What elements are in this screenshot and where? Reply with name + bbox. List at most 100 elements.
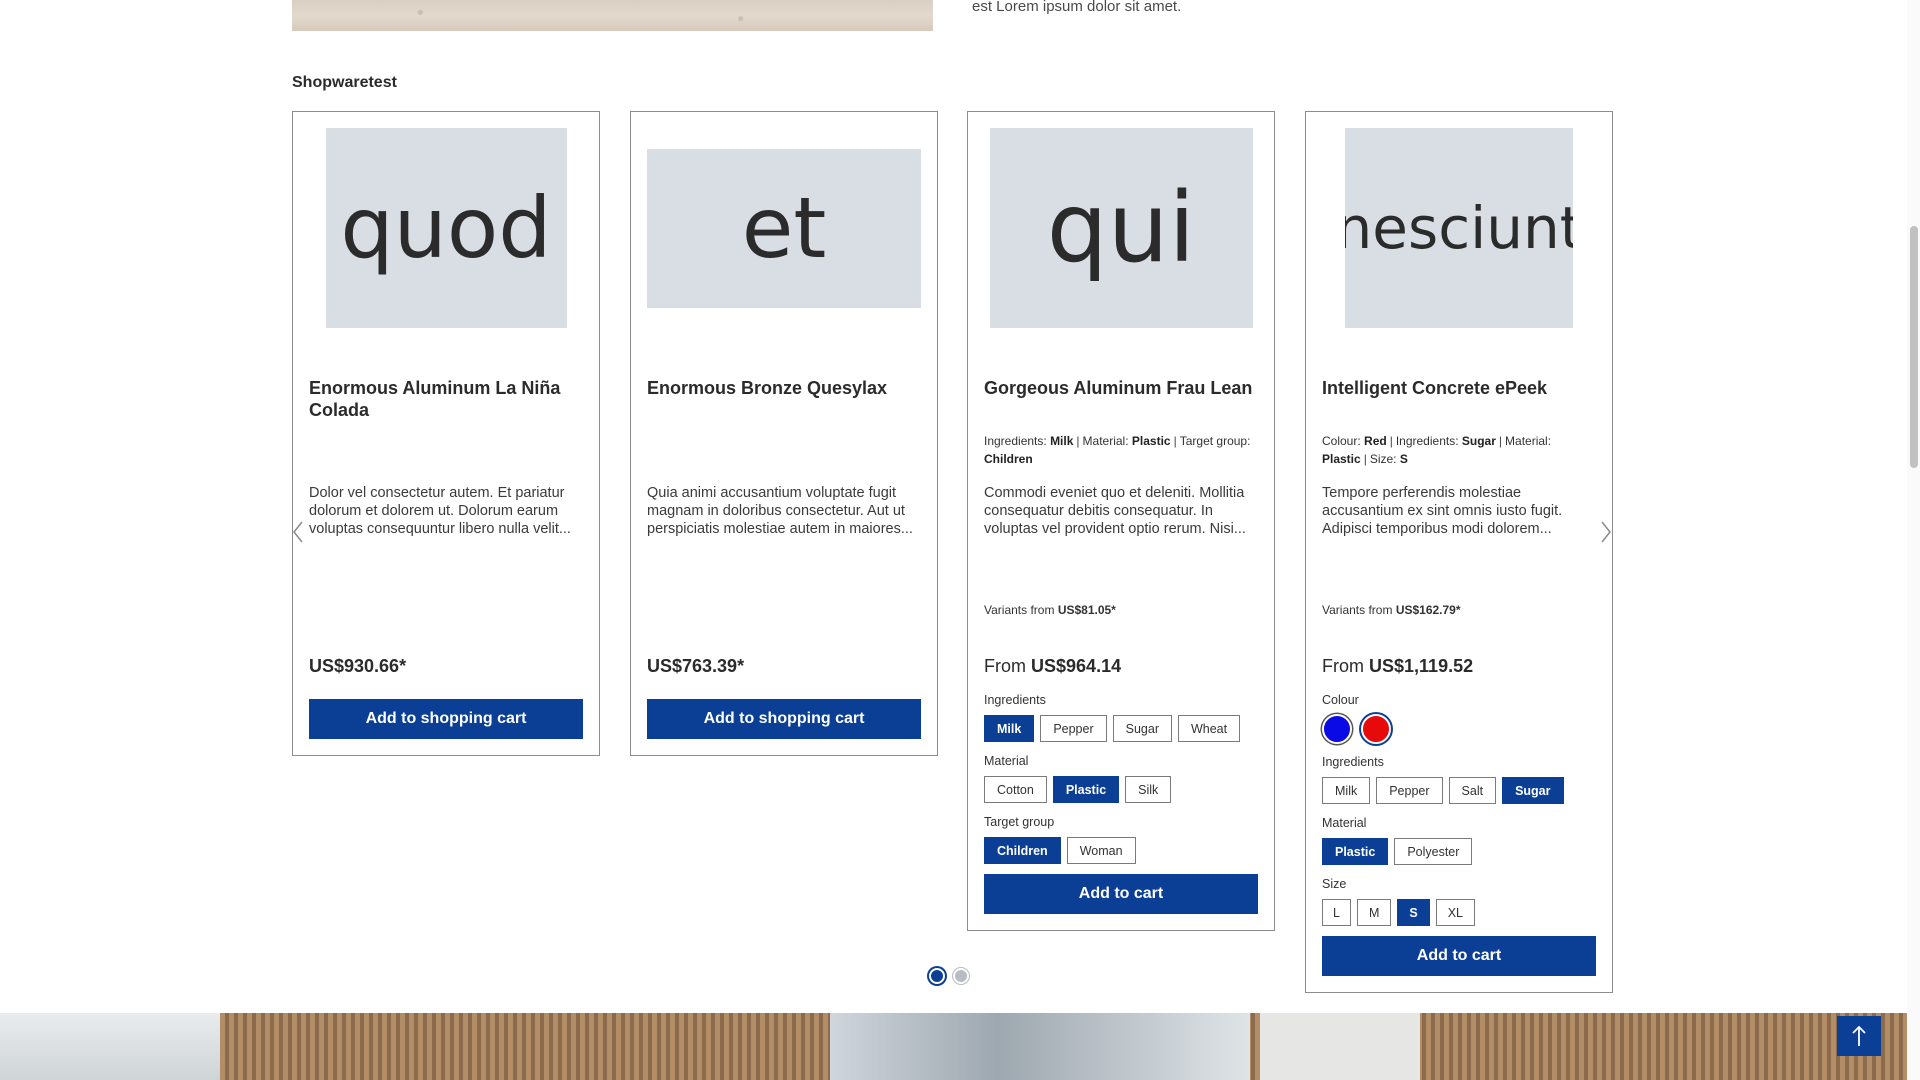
- option-sugar[interactable]: Sugar: [1502, 777, 1564, 804]
- product-description: Commodi eveniet quo et deleniti. Molliti…: [984, 485, 1246, 537]
- option-label-target-group: Target group: [984, 815, 1055, 829]
- option-label-ingredients: Ingredients: [984, 693, 1046, 707]
- option-group-ingredients: Milk Pepper Salt Sugar: [1322, 777, 1564, 804]
- option-size-m[interactable]: M: [1356, 899, 1392, 926]
- carousel-next-button[interactable]: [1598, 520, 1614, 544]
- product-image-link[interactable]: quod: [293, 128, 599, 328]
- add-to-cart-button[interactable]: Add to cart: [984, 874, 1258, 914]
- prop-label: Colour:: [1322, 434, 1361, 448]
- variants-label: Variants from: [1322, 603, 1393, 617]
- scroll-to-top-button[interactable]: [1837, 1016, 1881, 1056]
- price-value: US$964.14: [1031, 656, 1122, 676]
- carousel-prev-button[interactable]: [290, 520, 306, 544]
- product-card: qui Gorgeous Aluminum Frau Lean Ingredie…: [967, 111, 1275, 931]
- prop-value: S: [1399, 452, 1408, 466]
- product-image: et: [647, 148, 921, 308]
- product-properties: Ingredients: Milk | Material: Plastic | Targ…: [984, 434, 1251, 466]
- product-name[interactable]: Intelligent Concrete ePeek: [1322, 377, 1596, 399]
- option-cotton[interactable]: Cotton: [984, 776, 1047, 803]
- arrow-up-icon: [1852, 1025, 1866, 1046]
- chevron-left-icon: [293, 521, 303, 543]
- option-woman[interactable]: Woman: [1066, 837, 1136, 864]
- product-card: et Enormous Bronze Quesylax Quia animi a…: [630, 111, 938, 756]
- product-description: Quia animi accusantium voluptate fugit m…: [647, 485, 913, 537]
- product-image-link[interactable]: qui: [968, 128, 1274, 328]
- product-price: From US$1,119.52: [1322, 656, 1473, 677]
- option-label-material: Material: [1322, 816, 1367, 830]
- option-group-material: Plastic Polyester: [1322, 838, 1473, 865]
- option-wheat[interactable]: Wheat: [1177, 715, 1241, 742]
- carousel-dots: [929, 968, 969, 984]
- scrollbar-thumb[interactable]: [1910, 226, 1918, 468]
- price-value: US$1,119.52: [1369, 656, 1474, 676]
- product-name[interactable]: Enormous Aluminum La Niña Colada: [309, 377, 583, 421]
- option-silk[interactable]: Silk: [1125, 776, 1172, 803]
- prop-label: Ingredients:: [1395, 434, 1459, 448]
- product-card: nesciunt Intelligent Concrete ePeek Colo…: [1305, 111, 1613, 993]
- product-description: Dolor vel consectetur autem. Et pariatur…: [309, 485, 571, 537]
- product-name[interactable]: Enormous Bronze Quesylax: [647, 377, 921, 399]
- colour-swatch-red[interactable]: [1361, 714, 1391, 744]
- prop-value: Plastic: [1131, 434, 1171, 448]
- option-size-s[interactable]: S: [1397, 899, 1430, 926]
- product-image-link[interactable]: et: [631, 128, 937, 328]
- option-milk[interactable]: Milk: [1322, 777, 1371, 804]
- variants-price: US$162.79*: [1395, 603, 1461, 617]
- top-text: est Lorem ipsum dolor sit amet.: [972, 0, 1182, 15]
- product-image: qui: [989, 128, 1253, 328]
- product-description: Tempore perferendis molestiae accusantiu…: [1322, 485, 1563, 537]
- option-polyester[interactable]: Polyester: [1394, 838, 1473, 865]
- page-scrollbar[interactable]: [1907, 0, 1920, 1080]
- colour-swatch-blue[interactable]: [1322, 714, 1352, 744]
- product-name[interactable]: Gorgeous Aluminum Frau Lean: [984, 377, 1258, 399]
- chevron-right-icon: [1601, 521, 1611, 543]
- prop-value: Sugar: [1461, 434, 1496, 448]
- option-plastic[interactable]: Plastic: [1052, 776, 1120, 803]
- product-card: quod Enormous Aluminum La Niña Colada Do…: [292, 111, 600, 756]
- option-size-l[interactable]: L: [1322, 899, 1351, 926]
- option-label-ingredients: Ingredients: [1322, 755, 1384, 769]
- option-group-size: L M S XL: [1322, 899, 1476, 926]
- building-window: [830, 1013, 1250, 1080]
- option-pepper[interactable]: Pepper: [1376, 777, 1443, 804]
- prop-label: Material:: [1082, 434, 1129, 448]
- section-title: Shopwaretest: [292, 74, 397, 91]
- hero-sand-image: [292, 0, 933, 31]
- prop-label: Size:: [1369, 452, 1397, 466]
- prop-value: Milk: [1050, 434, 1074, 448]
- option-group-target-group: Children Woman: [984, 837, 1136, 864]
- product-image-link[interactable]: nesciunt: [1306, 128, 1612, 328]
- building-wall: [1260, 1013, 1420, 1080]
- product-image-text: qui: [1046, 172, 1196, 284]
- building-image: [0, 1013, 1907, 1080]
- prop-label: Ingredients:: [984, 434, 1047, 448]
- product-properties: Colour: Red | Ingredients: Sugar | Material:…: [1322, 434, 1552, 466]
- carousel-dot-1[interactable]: [929, 968, 945, 984]
- add-to-cart-button[interactable]: Add to shopping cart: [309, 699, 583, 739]
- option-salt[interactable]: Salt: [1448, 777, 1497, 804]
- option-plastic[interactable]: Plastic: [1322, 838, 1389, 865]
- option-group-ingredients: Milk Pepper Sugar Wheat: [984, 715, 1241, 742]
- building-sky: [0, 1013, 220, 1080]
- product-price: US$930.66*: [309, 656, 407, 676]
- add-to-cart-button[interactable]: Add to shopping cart: [647, 699, 921, 739]
- option-children[interactable]: Children: [984, 837, 1061, 864]
- option-group-material: Cotton Plastic Silk: [984, 776, 1172, 803]
- price-from: From: [1322, 656, 1364, 676]
- option-milk[interactable]: Milk: [984, 715, 1035, 742]
- product-image: nesciunt: [1345, 128, 1573, 328]
- option-pepper[interactable]: Pepper: [1040, 715, 1107, 742]
- prop-value: Children: [984, 452, 1033, 466]
- prop-value: Plastic: [1322, 452, 1361, 466]
- variants-label: Variants from: [984, 603, 1055, 617]
- option-label-colour: Colour: [1322, 693, 1359, 707]
- option-sugar[interactable]: Sugar: [1112, 715, 1172, 742]
- product-price: US$763.39*: [647, 656, 745, 676]
- option-label-material: Material: [984, 754, 1029, 768]
- option-label-size: Size: [1322, 877, 1347, 891]
- product-price: From US$964.14: [984, 656, 1121, 677]
- option-size-xl[interactable]: XL: [1435, 899, 1476, 926]
- add-to-cart-button[interactable]: Add to cart: [1322, 936, 1596, 976]
- carousel-dot-2[interactable]: [953, 968, 969, 984]
- variants-from: Variants from US$162.79*: [1322, 603, 1461, 617]
